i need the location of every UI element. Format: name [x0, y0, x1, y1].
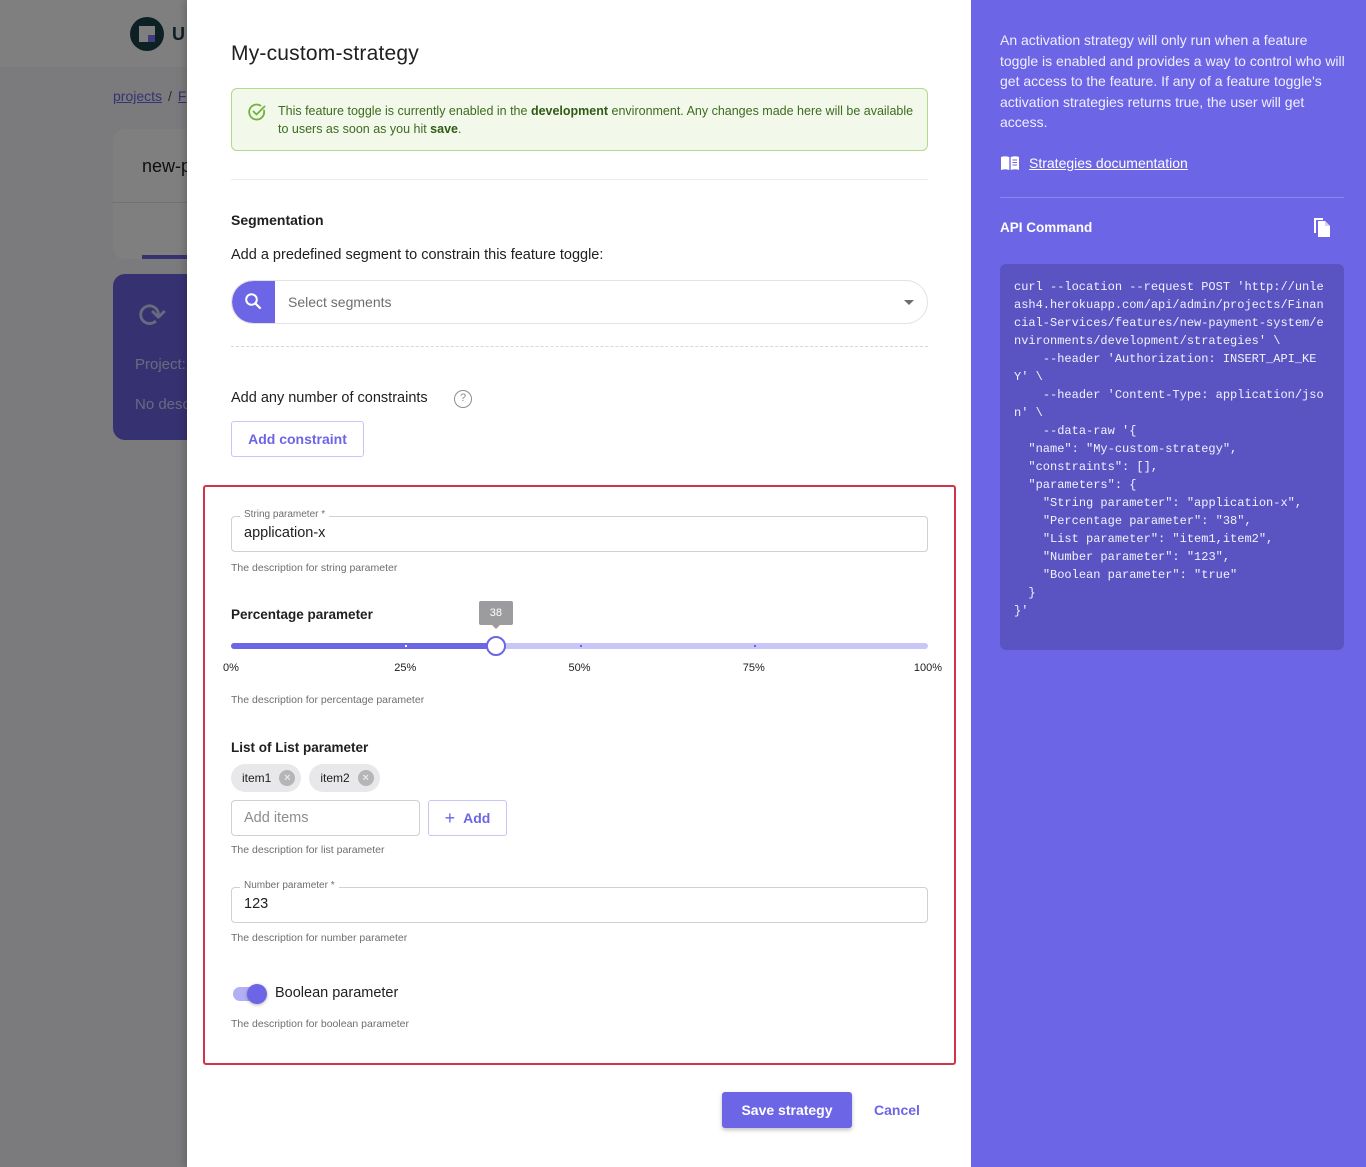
list-parameter-description: The description for list parameter	[231, 844, 385, 856]
segment-select[interactable]: Select segments	[231, 280, 928, 324]
strategy-title: My-custom-strategy	[231, 42, 419, 65]
strategies-docs-link[interactable]: Strategies documentation	[1000, 155, 1188, 171]
add-item-button[interactable]: + Add	[428, 800, 507, 836]
list-item-chip: item2 ×	[309, 764, 380, 792]
number-parameter-label: Number parameter *	[240, 880, 339, 891]
percentage-slider[interactable]: 0% 25% 50% 75% 100% 38	[223, 601, 942, 674]
dotted-divider	[231, 346, 928, 347]
help-icon[interactable]: ?	[454, 390, 472, 408]
remove-item-icon[interactable]: ×	[279, 770, 296, 786]
alert-environment: development	[530, 104, 609, 118]
strategy-form: My-custom-strategy This feature toggle i…	[187, 0, 971, 1167]
percentage-parameter-description: The description for percentage parameter	[231, 694, 425, 706]
copy-icon[interactable]	[1312, 216, 1332, 238]
list-parameter-heading: List of List parameter	[231, 740, 369, 755]
plus-icon: +	[444, 807, 456, 828]
slider-mark-label: 50%	[568, 662, 591, 674]
strategy-parameters: String parameter * The description for s…	[203, 485, 956, 1065]
boolean-parameter-switch[interactable]	[231, 984, 267, 1004]
string-parameter-description: The description for string parameter	[231, 562, 398, 574]
number-parameter-description: The description for number parameter	[231, 932, 408, 944]
list-item-chip: item1 ×	[231, 764, 302, 792]
string-parameter-label: String parameter *	[240, 509, 330, 520]
add-constraint-button[interactable]: Add constraint	[231, 421, 364, 457]
slider-mark	[753, 645, 756, 647]
percentage-parameter-heading: Percentage parameter	[231, 607, 373, 622]
segment-select-placeholder: Select segments	[288, 294, 392, 310]
slider-track	[231, 643, 496, 649]
chip-label: item2	[320, 771, 350, 785]
alert-action: save	[430, 122, 458, 136]
strategy-info-panel: An activation strategy will only run whe…	[971, 0, 1366, 1167]
check-circle-icon	[248, 103, 266, 121]
divider	[231, 179, 928, 180]
alert-message: This feature toggle is currently enabled…	[278, 102, 918, 138]
slider-mark	[405, 645, 408, 647]
list-items: item1 × item2 ×	[231, 764, 380, 792]
slider-mark-label: 75%	[742, 662, 765, 674]
cancel-button[interactable]: Cancel	[863, 1092, 931, 1128]
segmentation-description: Add a predefined segment to constrain th…	[231, 247, 604, 263]
chip-label: item1	[242, 771, 272, 785]
book-icon	[1001, 156, 1019, 170]
alert-text-prefix: This feature toggle is currently enabled…	[278, 104, 531, 118]
segmentation-heading: Segmentation	[231, 212, 324, 228]
strategy-drawer: My-custom-strategy This feature toggle i…	[187, 0, 1366, 1167]
switch-thumb[interactable]	[247, 984, 267, 1004]
slider-mark	[579, 645, 582, 647]
search-icon	[245, 293, 262, 310]
save-strategy-button[interactable]: Save strategy	[722, 1092, 852, 1128]
number-parameter-field[interactable]: Number parameter *	[231, 880, 928, 923]
slider-mark-label: 0%	[223, 662, 239, 674]
add-items-input[interactable]	[231, 800, 420, 836]
segment-search-button[interactable]	[232, 281, 275, 323]
slider-mark-label: 25%	[394, 662, 417, 674]
api-command-title: API Command	[1000, 220, 1093, 235]
boolean-parameter-description: The description for boolean parameter	[231, 1018, 410, 1030]
string-parameter-input[interactable]	[244, 525, 904, 541]
chevron-down-icon[interactable]	[904, 300, 914, 305]
add-item-label: Add	[463, 809, 491, 826]
api-command-code: curl --location --request POST 'http://u…	[1000, 264, 1344, 650]
boolean-parameter-label: Boolean parameter	[275, 985, 399, 1001]
api-command-text: curl --location --request POST 'http://u…	[1014, 280, 1324, 618]
slider-value-tooltip: 38	[478, 601, 513, 629]
divider	[1000, 197, 1344, 198]
enabled-alert: This feature toggle is currently enabled…	[231, 88, 928, 151]
constraints-label: Add any number of constraints	[231, 390, 428, 406]
number-parameter-input[interactable]	[244, 896, 904, 912]
string-parameter-field[interactable]: String parameter *	[231, 509, 928, 552]
strategy-info-description: An activation strategy will only run whe…	[1000, 32, 1345, 130]
slider-mark-label: 100%	[913, 662, 943, 674]
strategies-docs-link-label[interactable]: Strategies documentation	[1029, 155, 1188, 171]
alert-text-suffix: .	[457, 122, 462, 136]
slider-thumb[interactable]	[485, 636, 506, 656]
remove-item-icon[interactable]: ×	[357, 770, 374, 786]
